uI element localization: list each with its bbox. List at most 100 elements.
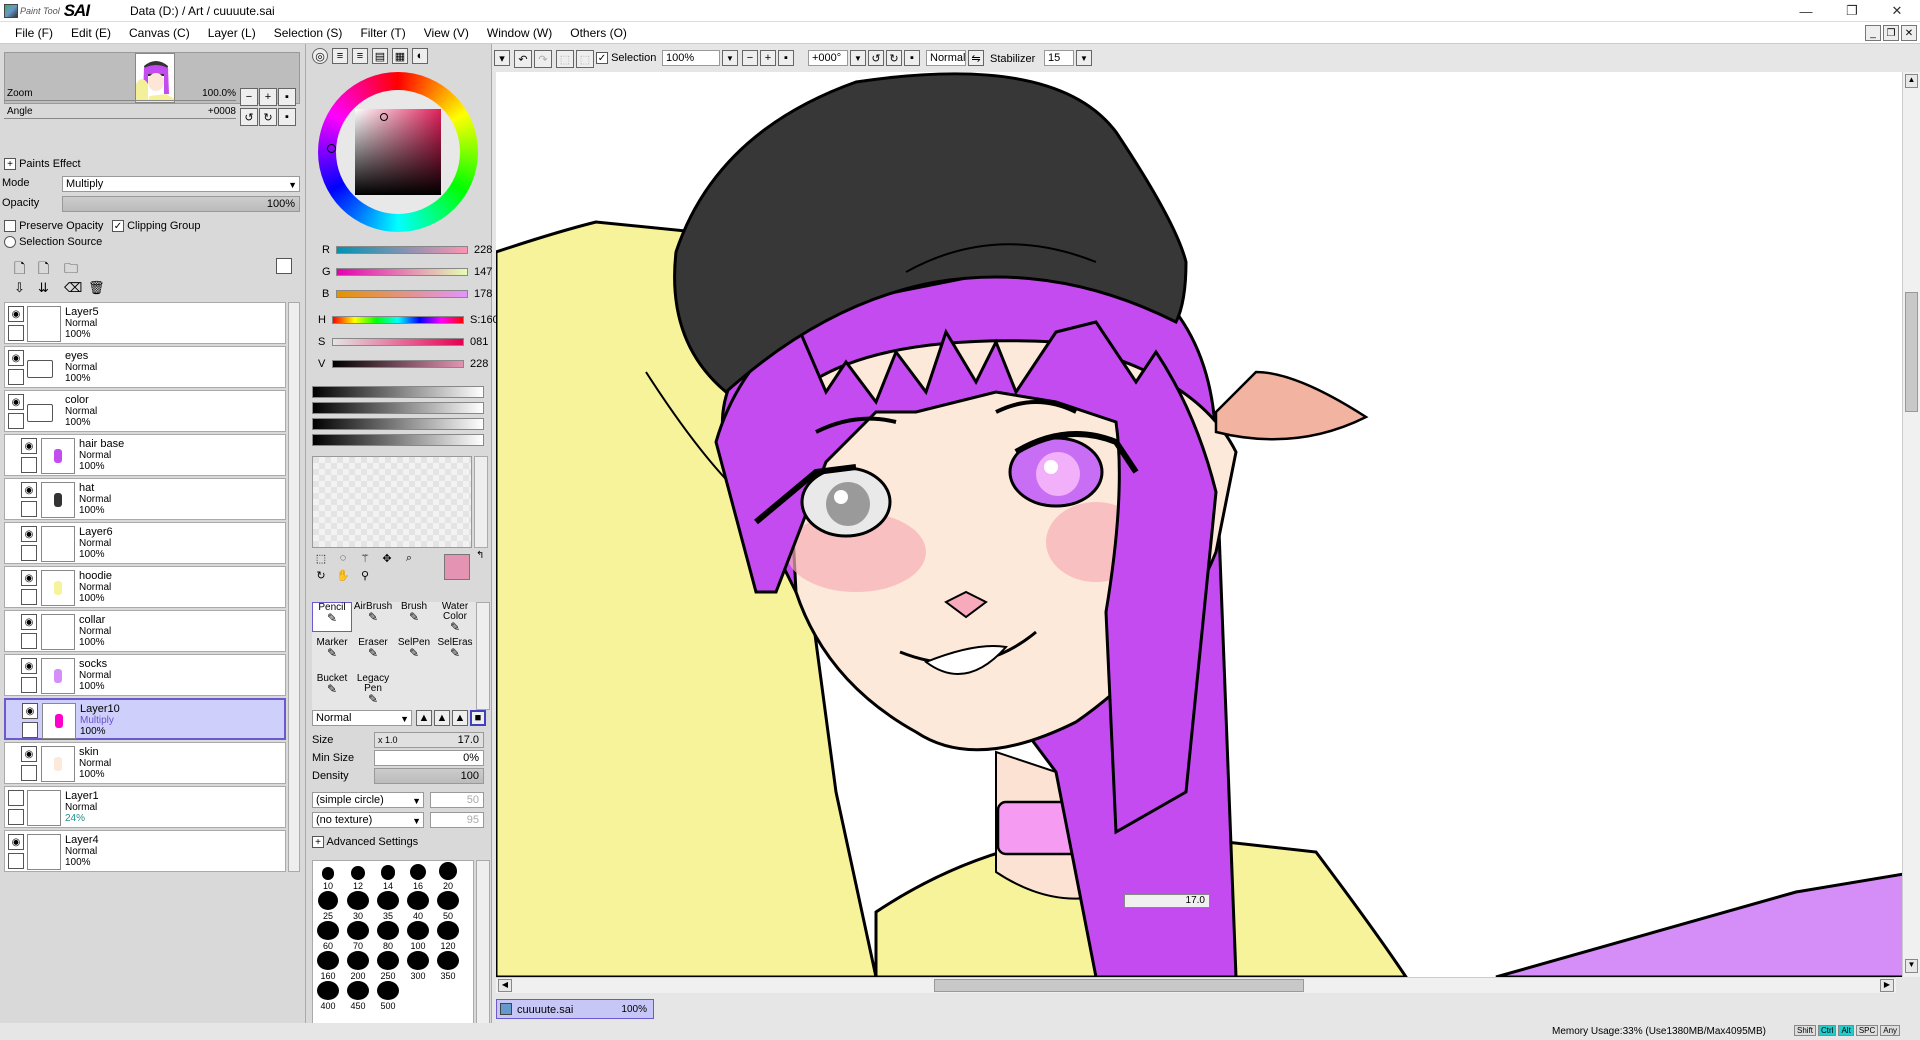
eye-icon[interactable]: [8, 790, 24, 806]
menu-selection[interactable]: Selection (S): [265, 26, 352, 40]
eye-icon[interactable]: ◉: [8, 834, 24, 850]
color-wheel-tab-icon[interactable]: ◎: [312, 48, 328, 64]
stabilizer-select[interactable]: 15: [1044, 50, 1074, 66]
eye-icon[interactable]: ◉: [21, 526, 37, 542]
brush-size-scrollbar[interactable]: [476, 860, 490, 1028]
gradient-tab-icon[interactable]: ▤: [372, 48, 388, 64]
rotate-left-button[interactable]: ↺: [240, 108, 258, 126]
layer-row[interactable]: Layer1 Normal 24%: [4, 786, 286, 828]
layer-row[interactable]: ◉ socks Normal 100%: [4, 654, 286, 696]
scroll-right-icon[interactable]: ▶: [1880, 979, 1894, 992]
brush-size-preset[interactable]: 350: [433, 951, 463, 981]
paints-effect-toggle[interactable]: + Paints Effect: [4, 158, 81, 171]
layer-row[interactable]: ◉ eyes Normal 100%: [4, 346, 286, 388]
brush-shape-select[interactable]: (simple circle) ▼: [312, 792, 424, 808]
size-slider[interactable]: x 1.0 17.0: [374, 732, 484, 748]
hand-icon[interactable]: ✋: [334, 569, 352, 582]
mdi-close-button[interactable]: ✕: [1901, 25, 1917, 41]
brush-size-preset[interactable]: 14: [373, 861, 403, 891]
tool-seleras[interactable]: SelEras ✎: [435, 638, 475, 668]
zoom-select[interactable]: 100%: [662, 50, 720, 66]
horizontal-scroll-thumb[interactable]: [934, 979, 1304, 992]
menu-file[interactable]: File (F): [6, 26, 62, 40]
brush-size-preset[interactable]: 40: [403, 891, 433, 921]
preserve-opacity-checkbox[interactable]: Preserve Opacity: [4, 220, 103, 233]
view-mode-select[interactable]: Normal: [926, 50, 966, 66]
lock-icon[interactable]: [21, 457, 37, 473]
clear-layer-icon[interactable]: ⌫: [64, 280, 82, 296]
move-icon[interactable]: ✥: [378, 552, 396, 565]
lock-icon[interactable]: [21, 765, 37, 781]
scroll-left-icon[interactable]: ◀: [498, 979, 512, 992]
selection-visibility-checkbox[interactable]: ✓ Selection: [596, 52, 656, 65]
brush-size-preset[interactable]: 12: [343, 861, 373, 891]
zoom-in-icon[interactable]: +: [760, 50, 776, 66]
tool-grid-scrollbar[interactable]: [476, 602, 490, 710]
layer-row[interactable]: ◉ Layer5 Normal 100%: [4, 302, 286, 344]
lock-icon[interactable]: [21, 501, 37, 517]
lock-icon[interactable]: [21, 545, 37, 561]
undo-icon[interactable]: ↶: [514, 50, 532, 68]
mdi-minimize-button[interactable]: _: [1865, 25, 1881, 41]
rotate-ccw-icon[interactable]: ↺: [868, 50, 884, 66]
rotate-tool-icon[interactable]: ↻: [312, 569, 330, 582]
swap-colors-icon[interactable]: ↰: [476, 550, 484, 561]
lock-icon[interactable]: [8, 369, 24, 385]
scroll-up-icon[interactable]: ▲: [1905, 74, 1918, 88]
brush-size-preset[interactable]: 20: [433, 861, 463, 891]
layer-opacity-slider[interactable]: 100%: [62, 196, 300, 212]
layer-row[interactable]: ◉ hat Normal 100%: [4, 478, 286, 520]
rotate-right-button[interactable]: ↻: [259, 108, 277, 126]
layer-list-scrollbar[interactable]: [288, 302, 300, 872]
lock-icon[interactable]: [8, 853, 24, 869]
menu-filter[interactable]: Filter (T): [351, 26, 414, 40]
scratchpad-scrollbar[interactable]: [474, 456, 488, 548]
eye-icon[interactable]: ◉: [21, 482, 37, 498]
chevron-down-icon[interactable]: ▼: [1076, 50, 1092, 66]
zoom-fit-icon[interactable]: ▪: [778, 50, 794, 66]
zoom-tool-icon[interactable]: ⌕: [400, 552, 418, 565]
invert-selection-icon[interactable]: ⬚: [576, 50, 594, 68]
minimize-button[interactable]: —: [1783, 0, 1829, 22]
magic-wand-icon[interactable]: ⚚: [356, 552, 374, 565]
tool-pencil[interactable]: Pencil ✎: [312, 602, 352, 632]
scroll-down-icon[interactable]: ▼: [1905, 959, 1918, 973]
transfer-down-icon[interactable]: ⇩: [14, 280, 25, 296]
rgb-sliders-tab-icon[interactable]: ≡: [332, 48, 348, 64]
h-slider[interactable]: [332, 316, 464, 324]
brush-size-preset[interactable]: 70: [343, 921, 373, 951]
brush-size-preset[interactable]: 30: [343, 891, 373, 921]
lock-icon[interactable]: [21, 633, 37, 649]
eye-icon[interactable]: ◉: [21, 658, 37, 674]
brush-edge-3-icon[interactable]: ▲: [452, 710, 468, 726]
tool-water-color[interactable]: Water Color ✎: [435, 602, 475, 634]
rect-select-icon[interactable]: ⬚: [312, 552, 330, 565]
brush-edge-4-icon[interactable]: ■: [470, 710, 486, 726]
brush-texture-strength[interactable]: 95: [430, 812, 484, 828]
sv-square[interactable]: [355, 109, 441, 195]
flip-icon[interactable]: ⇋: [968, 50, 984, 66]
advanced-settings-toggle[interactable]: + Advanced Settings: [312, 836, 418, 849]
r-slider[interactable]: [336, 246, 468, 254]
zoom-slider[interactable]: [4, 100, 236, 104]
gradient-bars[interactable]: [312, 386, 484, 446]
brush-size-preset[interactable]: 25: [313, 891, 343, 921]
chevron-down-icon[interactable]: ▼: [722, 50, 738, 66]
menu-edit[interactable]: Edit (E): [62, 26, 120, 40]
eye-icon[interactable]: ◉: [22, 703, 38, 719]
eye-icon[interactable]: ◉: [21, 438, 37, 454]
brush-size-preset[interactable]: 16: [403, 861, 433, 891]
brush-edge-1-icon[interactable]: ▲: [416, 710, 432, 726]
tool-bucket[interactable]: Bucket ✎: [312, 674, 352, 704]
brush-size-preset[interactable]: 35: [373, 891, 403, 921]
eye-icon[interactable]: ◉: [8, 306, 24, 322]
menu-layer[interactable]: Layer (L): [199, 26, 265, 40]
tool-marker[interactable]: Marker ✎: [312, 638, 352, 668]
layer-row[interactable]: ◉ hoodie Normal 100%: [4, 566, 286, 608]
mdi-restore-button[interactable]: ❐: [1883, 25, 1899, 41]
lock-icon[interactable]: [8, 809, 24, 825]
swatches-tab-icon[interactable]: ▦: [392, 48, 408, 64]
brush-size-preset[interactable]: 450: [343, 981, 373, 1011]
s-slider[interactable]: [332, 338, 464, 346]
hsv-sliders-tab-icon[interactable]: ≡: [352, 48, 368, 64]
